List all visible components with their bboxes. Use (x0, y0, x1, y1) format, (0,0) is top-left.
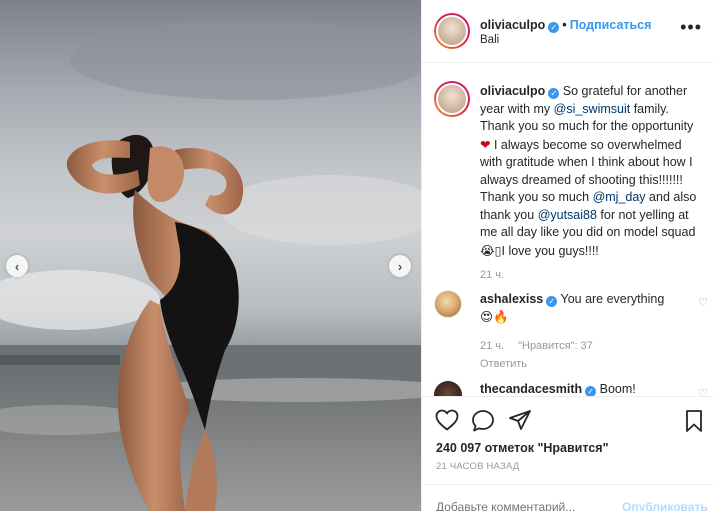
comment-item: ashalexiss ✓ You are everything 😍🔥 ♡ 21 ч… (434, 290, 708, 370)
verified-badge-icon: ✓ (585, 386, 597, 396)
avatar[interactable] (434, 381, 462, 396)
caption-text: I love you guys!!!! (501, 243, 599, 258)
post-details-panel: oliviaculpo ✓ • Подписаться Bali ••• olivia… (421, 0, 713, 511)
more-options-icon[interactable]: ••• (680, 18, 702, 36)
post-caption: oliviaculpo ✓ So grateful for another yea… (434, 81, 700, 260)
previous-photo-button[interactable]: ‹ (6, 255, 28, 277)
comment-like-heart-icon[interactable]: ♡ (698, 387, 708, 396)
verified-badge-icon: ✓ (546, 296, 558, 307)
comment-time[interactable]: 21 ч. (480, 340, 504, 352)
avatar[interactable] (434, 81, 470, 117)
comment-meta: 21 ч. "Нравится": 37 (480, 340, 700, 352)
comment-username[interactable]: ashalexiss (480, 292, 543, 306)
caption-time[interactable]: 21 ч. (480, 269, 504, 281)
avatar[interactable] (434, 290, 462, 318)
reply-button[interactable]: Ответить (480, 358, 700, 370)
location-link[interactable]: Bali (480, 34, 499, 46)
post-header: oliviaculpo ✓ • Подписаться Bali ••• (422, 0, 713, 63)
chevron-right-icon: › (397, 258, 403, 274)
heart-icon[interactable] (435, 409, 459, 431)
comment-text: Boom! (599, 382, 636, 396)
photo-illustration (0, 20, 421, 511)
mention-link[interactable]: @yutsai88 (538, 208, 597, 222)
post-timestamp[interactable]: 21 ЧАСОВ НАЗАД (436, 461, 519, 472)
likes-count[interactable]: 240 097 отметок "Нравится" (436, 441, 609, 455)
comment-input[interactable] (436, 500, 616, 511)
publish-button[interactable]: Опубликовать (622, 500, 708, 511)
comment-text: You are everything (560, 292, 665, 306)
comment-body: ashalexiss ✓ You are everything 😍🔥 (480, 291, 700, 326)
verified-badge-icon: ✓ (548, 22, 560, 33)
verified-badge-icon: ✓ (548, 88, 560, 99)
header-user-line: oliviaculpo ✓ • Подписаться (480, 18, 651, 33)
missing-glyph: ▯ (494, 243, 502, 258)
mention-link[interactable]: @si_swimsuit (554, 102, 631, 116)
share-icon[interactable] (508, 409, 532, 431)
post-photo[interactable]: ‹ › (0, 0, 421, 511)
avatar[interactable] (434, 13, 470, 49)
caption-username[interactable]: oliviaculpo (480, 84, 545, 98)
author-username[interactable]: oliviaculpo (480, 18, 545, 32)
crying-emoji-icon: 😭 (480, 242, 495, 258)
comment-like-heart-icon[interactable]: ♡ (698, 296, 708, 309)
separator-dot: • (562, 18, 567, 32)
heart-eyes-fire-emoji-icon: 😍🔥 (480, 309, 509, 324)
mention-link[interactable]: @mj_day (593, 190, 646, 204)
heart-emoji-icon: ❤ (480, 136, 491, 152)
next-photo-button[interactable]: › (389, 255, 411, 277)
add-comment-bar: Опубликовать (422, 484, 713, 511)
chevron-left-icon: ‹ (14, 258, 20, 274)
comment-likes[interactable]: "Нравится": 37 (518, 340, 593, 352)
follow-button[interactable]: Подписаться (570, 18, 652, 32)
comment-username[interactable]: thecandacesmith (480, 382, 582, 396)
action-bar (422, 396, 713, 444)
comments-list[interactable]: oliviaculpo ✓ So grateful for another yea… (422, 64, 713, 396)
bookmark-icon[interactable] (684, 409, 704, 433)
comment-item: thecandacesmith ✓ Boom! ♡ (434, 381, 708, 396)
comment-icon[interactable] (471, 409, 495, 433)
